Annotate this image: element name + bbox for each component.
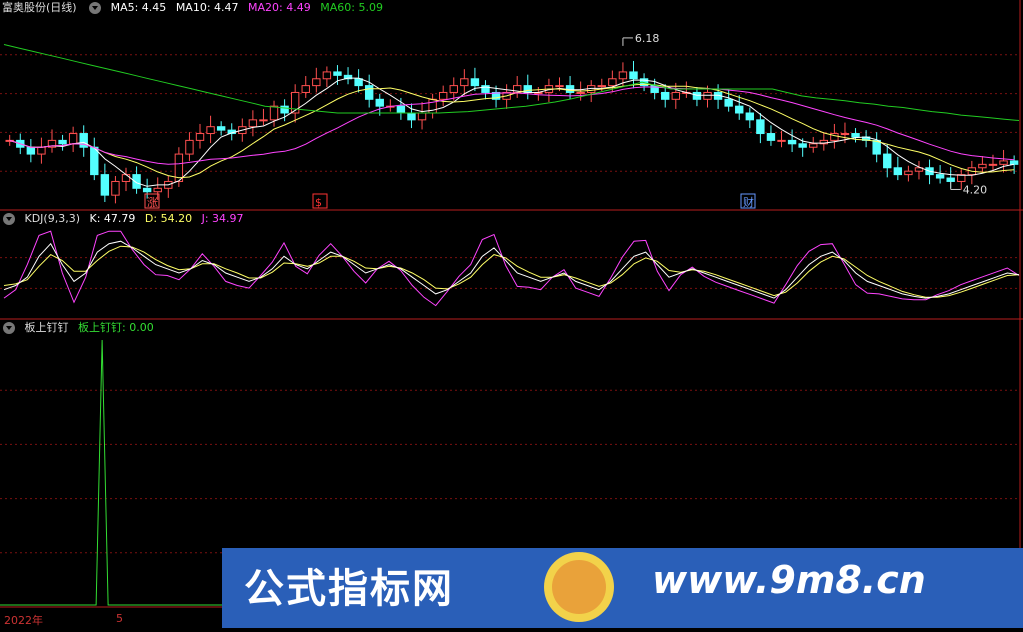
kdj-title: KDJ(9,3,3): [24, 212, 81, 225]
candle-body: [58, 139, 67, 145]
candle-body: [724, 98, 733, 107]
watermark-logo-icon: [544, 552, 614, 622]
candle-body: [787, 139, 797, 145]
candle-body: [840, 133, 850, 136]
candle-body: [216, 126, 226, 131]
x-axis-year: 2022年: [4, 614, 43, 627]
candle-body: [671, 91, 680, 100]
ma10-label: MA10: 4.47: [175, 1, 239, 14]
candle-body: [407, 112, 416, 121]
candle-body: [322, 71, 332, 80]
candle-body: [745, 112, 755, 121]
candle-body: [364, 85, 374, 100]
candle-body: [142, 187, 152, 193]
event-tag: 财: [743, 195, 754, 209]
candle-body: [312, 78, 321, 87]
candle-body: [417, 112, 427, 121]
candle-body: [153, 187, 162, 193]
event-tag: 涨: [147, 196, 158, 209]
candle-body: [132, 174, 141, 189]
candle-body: [111, 180, 120, 196]
candle-body: [555, 85, 564, 88]
candle-body: [777, 139, 786, 142]
candle-body: [766, 133, 776, 141]
candle-body: [935, 174, 945, 179]
candle-body: [893, 167, 903, 176]
candle-body: [809, 143, 818, 148]
ma60-line: [3, 44, 1020, 121]
candle-body: [438, 91, 448, 100]
candle-body: [206, 126, 215, 135]
event-tag: $: [315, 196, 322, 209]
signal-panel-header: 板上钉钉 板上钉钉: 0.00: [0, 320, 160, 336]
high-price-marker: 6.18: [635, 32, 660, 45]
stock-name: 富奥股份(日线): [2, 1, 77, 14]
candle-body: [946, 177, 955, 182]
kdj-d-label: D: 54.20: [144, 212, 193, 225]
candle-body: [375, 98, 384, 107]
candle-body: [629, 71, 638, 80]
collapse-icon[interactable]: [3, 322, 15, 334]
candle-body: [100, 174, 110, 196]
low-price-marker: 4.20: [963, 183, 988, 196]
chart-stage: 6.18 4.20 涨 $ 财 富奥股份(日线) MA5: 4.45 MA10: 4.4…: [0, 0, 1023, 628]
candle-body: [470, 78, 480, 87]
candle-body: [185, 139, 194, 155]
candle-body: [608, 78, 617, 87]
watermark-banner: 公式指标网 www.9m8.cn: [222, 548, 1023, 628]
candle-body: [449, 85, 458, 93]
kdj-j-label: J: 34.97: [201, 212, 244, 225]
candle-body: [333, 71, 342, 76]
kdj-j-line: [3, 230, 1020, 307]
candle-body: [597, 85, 606, 88]
ma20-line: [9, 86, 1015, 165]
main-panel-header: 富奥股份(日线) MA5: 4.45 MA10: 4.47 MA20: 4.49…: [0, 0, 389, 16]
kdj-d-line: [3, 245, 1020, 298]
candle-body: [354, 78, 363, 87]
candle-body: [1009, 160, 1019, 165]
candle-body: [280, 105, 289, 114]
ma20-label: MA20: 4.49: [248, 1, 311, 14]
candle-body: [576, 91, 585, 94]
kdj-k-label: K: 47.79: [89, 212, 136, 225]
candle-body: [248, 119, 258, 128]
candle-body: [68, 133, 78, 145]
candle-body: [883, 153, 892, 169]
candle-body: [460, 78, 469, 87]
candle-body: [798, 143, 807, 148]
candle-body: [904, 170, 913, 176]
collapse-icon[interactable]: [89, 2, 102, 14]
candle-body: [37, 146, 46, 155]
candle-body: [756, 119, 765, 135]
candle-body: [703, 91, 712, 100]
candle-body: [269, 105, 279, 121]
candle-body: [195, 133, 205, 141]
candle-body: [26, 146, 36, 155]
candle-body: [851, 133, 860, 138]
signal-value-label: 板上钉钉: 0.00: [78, 321, 154, 334]
kdj-k-line: [3, 240, 1020, 299]
candle-body: [661, 91, 670, 100]
candle-body: [301, 85, 310, 93]
candle-body: [523, 85, 532, 93]
watermark-left: 公式指标网: [244, 566, 454, 612]
collapse-icon[interactable]: [3, 213, 15, 225]
candle-body: [988, 163, 998, 166]
candle-body: [618, 71, 628, 80]
candle-body: [259, 119, 268, 122]
x-axis-month: 5: [116, 612, 123, 625]
candle-body: [692, 91, 702, 100]
candle-body: [90, 146, 99, 176]
ma60-label: MA60: 5.09: [320, 1, 383, 14]
watermark-right: www.9m8.cn: [652, 558, 926, 602]
candle-body: [999, 160, 1008, 165]
candle-body: [396, 105, 406, 114]
candle-body: [978, 163, 987, 169]
ma5-label: MA5: 4.45: [110, 1, 167, 14]
candle-body: [735, 105, 744, 114]
kdj-panel-header: KDJ(9,3,3) K: 47.79 D: 54.20 J: 34.97: [0, 211, 250, 227]
candle-body: [121, 174, 131, 182]
signal-title: 板上钉钉: [24, 321, 69, 334]
chart-svg: 6.18 4.20 涨 $ 财: [0, 0, 1023, 628]
